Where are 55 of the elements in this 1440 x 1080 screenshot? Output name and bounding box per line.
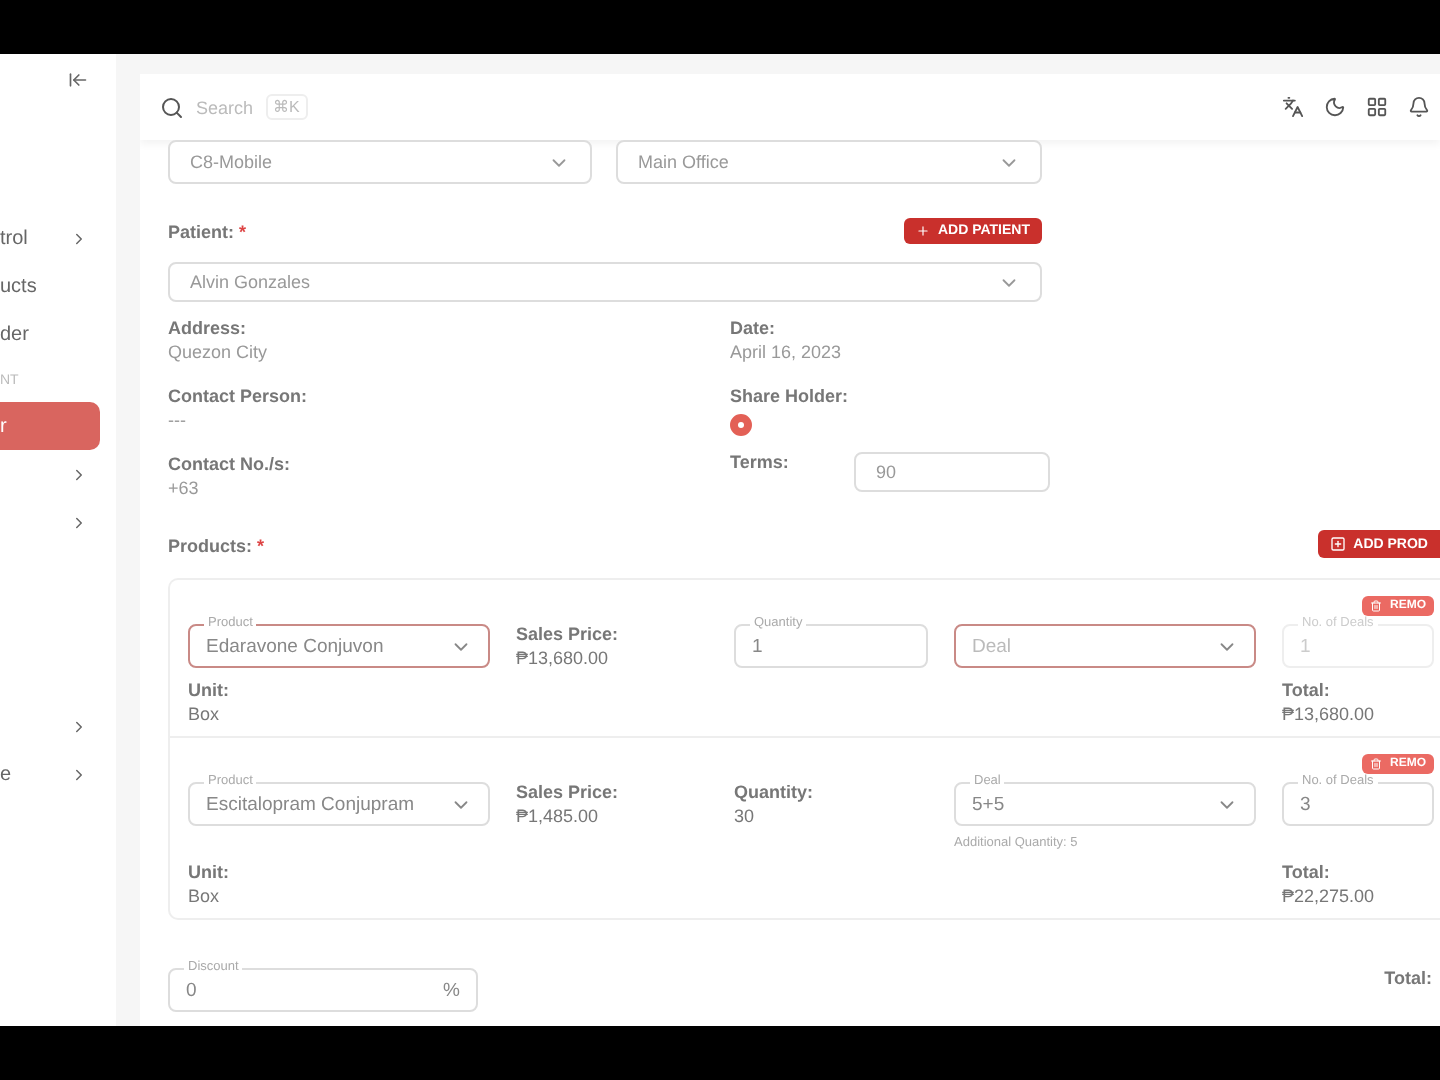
quantity-value: 30	[734, 806, 757, 826]
chevron-right-icon	[70, 465, 88, 483]
branch-select[interactable]: Main Office	[616, 140, 1042, 184]
collapse-icon[interactable]	[68, 70, 88, 90]
plus-icon	[1329, 536, 1346, 552]
share-holder-label: Share Holder:	[730, 386, 851, 406]
sidebar-item[interactable]: ucts	[0, 262, 116, 310]
sales-price-label: Sales Price:	[516, 624, 621, 644]
trash-icon	[1370, 600, 1382, 612]
patient-label: Patient: *	[168, 220, 247, 246]
detail-value: +63	[168, 478, 201, 498]
unit-label: Unit:	[188, 862, 231, 882]
deal-select[interactable]: Deal	[954, 624, 1256, 668]
sidebar-item[interactable]: r	[0, 402, 100, 450]
search-field[interactable]: Search	[196, 97, 254, 117]
terms-label: Terms:	[730, 452, 789, 472]
sidebar-item[interactable]: e	[0, 750, 116, 798]
date-value: April 16, 2023	[730, 342, 844, 362]
total-label: Total:	[1282, 680, 1332, 700]
terms-field[interactable]: 90	[854, 452, 1050, 492]
translate-icon[interactable]	[1282, 96, 1304, 118]
shortcut-hint: ⌘K	[265, 94, 308, 120]
sidebar-item[interactable]: trol	[0, 214, 116, 262]
sales-price-value: ₱13,680.00	[516, 648, 611, 668]
chevron-right-icon	[70, 229, 88, 247]
detail-label: Contact No./s:	[168, 454, 293, 474]
bell-icon[interactable]	[1408, 96, 1430, 118]
trash-icon	[1370, 758, 1382, 770]
search-icon[interactable]	[160, 95, 184, 119]
chevron-right-icon	[70, 513, 88, 531]
unit-label: Unit:	[188, 680, 231, 700]
chevron-right-icon	[70, 765, 88, 783]
products-label: Products: *	[168, 534, 265, 560]
patient-select[interactable]: Alvin Gonzales	[168, 262, 1042, 302]
detail-value: Quezon City	[168, 342, 270, 362]
sales-price-value: ₱1,485.00	[516, 806, 601, 826]
plus-icon	[915, 223, 930, 237]
unit-value: Box	[188, 704, 222, 724]
chevron-right-icon	[70, 717, 88, 735]
grand-total-label: Total:	[1384, 968, 1432, 988]
share-holder-radio[interactable]	[730, 414, 752, 436]
sidebar-item[interactable]: der	[0, 310, 116, 358]
date-label: Date:	[730, 318, 778, 338]
sales-price-label: Sales Price:	[516, 782, 621, 802]
total-value: ₱22,275.00	[1282, 886, 1377, 906]
apps-icon[interactable]	[1366, 96, 1388, 118]
total-label: Total:	[1282, 862, 1332, 882]
total-value: ₱13,680.00	[1282, 704, 1377, 724]
quantity-label: Quantity:	[734, 782, 815, 802]
detail-value: ---	[168, 410, 188, 430]
detail-label: Address:	[168, 318, 249, 338]
unit-value: Box	[188, 886, 222, 906]
moon-icon[interactable]	[1324, 96, 1346, 118]
detail-label: Contact Person:	[168, 386, 310, 406]
branch-select[interactable]: C8-Mobile	[168, 140, 592, 184]
